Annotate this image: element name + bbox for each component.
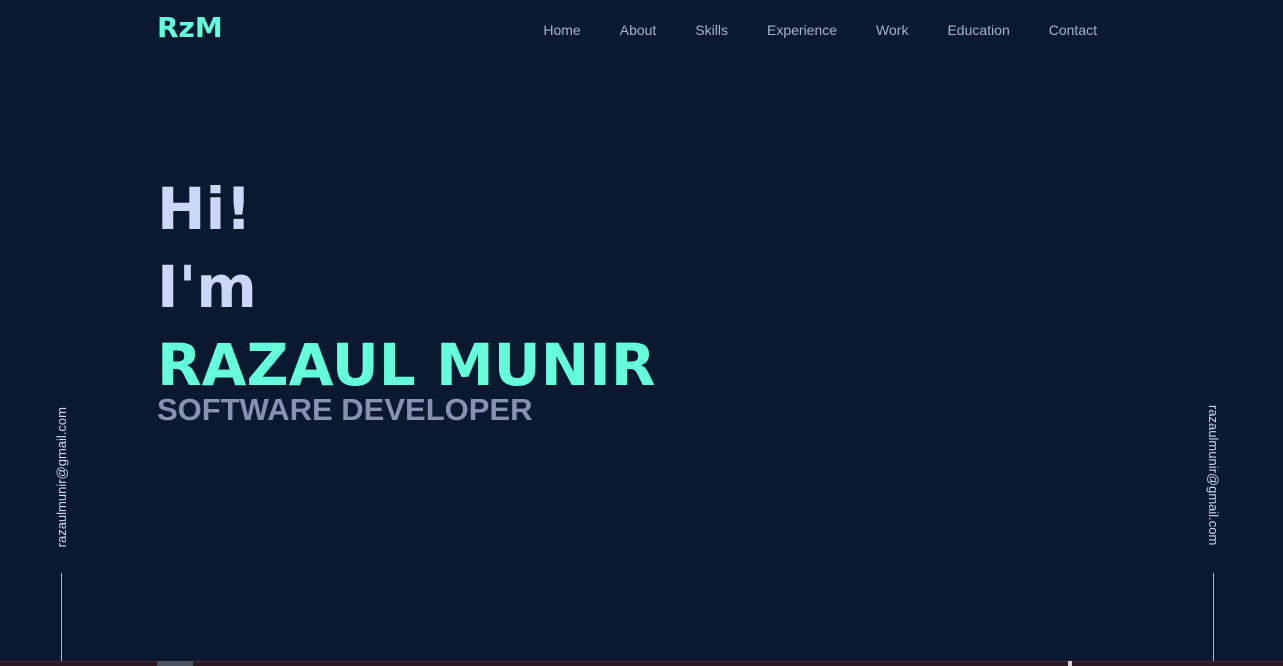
hero-intro: I'm [157, 253, 257, 321]
nav-about[interactable]: About [620, 20, 657, 40]
nav-experience[interactable]: Experience [767, 20, 837, 40]
main-nav: Home About Skills Experience Work Educat… [543, 20, 1097, 40]
nav-work[interactable]: Work [876, 20, 908, 40]
nav-home[interactable]: Home [543, 20, 580, 40]
side-email-left[interactable]: razaulmunir@gmail.com [54, 407, 69, 547]
hero-section: Hi! I'm RAZAUL MUNIR SOFTWARE DEVELOPER [157, 170, 656, 428]
portfolio-page: RzM Home About Skills Experience Work Ed… [0, 0, 1283, 666]
hero-greeting: Hi! [157, 175, 252, 243]
bottom-tab [157, 661, 193, 666]
site-logo[interactable]: RzM [157, 11, 223, 45]
nav-contact[interactable]: Contact [1049, 20, 1097, 40]
nav-education[interactable]: Education [947, 20, 1009, 40]
side-email-right[interactable]: razaulmunir@gmail.com [1206, 405, 1221, 545]
nav-skills[interactable]: Skills [695, 20, 728, 40]
bottom-glyph [1068, 661, 1072, 666]
side-divider-left [61, 573, 62, 666]
side-divider-right [1213, 573, 1214, 666]
